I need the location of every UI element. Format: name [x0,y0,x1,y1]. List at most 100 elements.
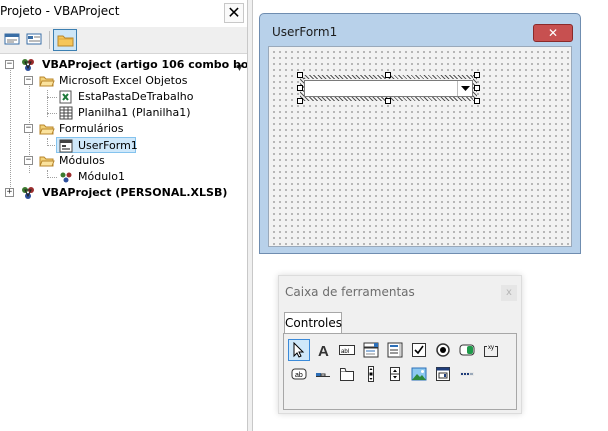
tool-frame[interactable]: xy [480,339,502,361]
tool-scrollbar[interactable] [360,363,382,385]
listview-icon [460,372,474,376]
tree-item-module1[interactable]: Módulo1 [0,169,247,185]
toggle-folders-button[interactable] [53,29,77,51]
resize-handle-w[interactable] [297,85,303,91]
toolbox-window[interactable]: Caixa de ferramentas x Controles A abl x… [278,275,522,414]
tree-item-label: Módulos [59,154,105,167]
scrollbar-icon [368,366,374,382]
toolbar-separator [49,31,50,49]
combobox-icon [363,342,379,358]
toolbox-controls-panel: A abl xy ab [283,333,517,410]
collapse-toggle[interactable]: − [5,60,14,69]
view-code-icon [26,33,42,45]
tree-item-modules-folder[interactable]: − Módulos [0,153,247,169]
tool-multipage[interactable] [336,363,358,385]
project-explorer-toolbar: ▼ [0,27,247,72]
tool-checkbox[interactable] [408,339,430,361]
pointer-icon [293,342,305,358]
worksheet-icon [58,105,74,121]
checkbox-icon [412,343,426,357]
resize-handle-nw[interactable] [297,72,303,78]
command-button-icon: ab [291,368,307,380]
toggle-button-icon [459,344,475,356]
tree-item-project-personal[interactable]: + VBAProject (PERSONAL.XLSB) [0,185,247,201]
tree-item-this-workbook[interactable]: EstaPastaDeTrabalho [0,89,247,105]
textbox-icon: abl [339,345,355,355]
project-explorer-pane: Projeto - VBAProject ✕ ▼ − VBAProject (a… [0,0,267,431]
tree-item-label: UserForm1 [78,139,138,152]
folder-icon [57,35,74,47]
tree-item-label: VBAProject (artigo 106 combo box.x [42,58,267,71]
tool-optionbutton[interactable] [432,339,454,361]
tool-refedit[interactable] [432,363,454,385]
tree-item-userform1[interactable]: UserForm1 [56,137,138,154]
resize-handle-se[interactable] [474,98,480,104]
open-folder-icon [39,73,55,89]
tool-listbox[interactable] [384,339,406,361]
tree-item-label: Planilha1 (Planilha1) [78,106,191,119]
expand-toggle[interactable]: + [5,188,14,197]
collapse-toggle[interactable]: − [24,156,33,165]
vba-project-icon [20,57,36,73]
frame-icon: xy [484,343,498,357]
view-object-button[interactable] [3,31,23,49]
tool-image[interactable] [408,363,430,385]
tool-select-objects[interactable] [288,339,310,361]
tree-item-sheet1[interactable]: Planilha1 (Planilha1) [0,105,247,121]
tree-item-label: Formulários [59,122,124,135]
project-explorer-close-button[interactable]: ✕ [224,3,244,23]
tree-connector [47,138,48,146]
toolbox-title: Caixa de ferramentas [285,285,415,299]
project-explorer-title: Projeto - VBAProject [0,4,120,18]
listbox-icon [387,342,403,358]
tool-combobox[interactable] [360,339,382,361]
tab-controles[interactable]: Controles [284,312,342,334]
resize-handle-e[interactable] [474,85,480,91]
workbook-icon [58,89,74,105]
view-code-button[interactable] [25,31,45,49]
tree-item-excel-objects[interactable]: − Microsoft Excel Objetos [0,73,247,89]
resize-handle-n[interactable] [385,72,391,78]
tree-item-label: Módulo1 [78,170,125,183]
project-explorer-title-bar: Projeto - VBAProject ✕ [0,0,247,26]
combobox-dropdown-button[interactable] [457,81,472,96]
collapse-toggle[interactable]: − [24,76,33,85]
vba-project-icon [20,185,36,201]
chevron-down-icon [461,86,470,91]
tool-textbox[interactable]: abl [336,339,358,361]
tree-item-project-artigo[interactable]: − VBAProject (artigo 106 combo box.x [0,57,267,73]
spin-button-icon [390,367,400,381]
textbox-tool-glyph: abl [341,349,349,355]
userform-icon [58,138,74,154]
resize-handle-ne[interactable] [474,72,480,78]
commandbutton-tool-glyph: ab [295,372,303,379]
multipage-icon [340,368,354,381]
tool-commandbutton[interactable]: ab [288,363,310,385]
toolbox-close-button[interactable]: x [501,285,517,301]
userform-title: UserForm1 [272,25,338,39]
frame-tool-glyph: xy [488,345,494,351]
userform-design-canvas[interactable] [268,46,572,247]
combobox-control[interactable] [304,80,473,97]
tool-togglebutton[interactable] [456,339,478,361]
refedit-icon [436,367,450,381]
tree-item-label: Microsoft Excel Objetos [59,74,188,87]
userform-window[interactable]: UserForm1 ✕ [259,13,581,254]
tree-item-label: EstaPastaDeTrabalho [78,90,194,103]
resize-handle-s[interactable] [385,98,391,104]
tool-tabstrip[interactable] [312,363,334,385]
tree-item-forms-folder[interactable]: − Formulários [0,121,247,137]
open-folder-icon [39,153,55,169]
tool-spinbutton[interactable] [384,363,406,385]
tree-item-label: VBAProject (PERSONAL.XLSB) [42,186,228,199]
label-tool-glyph: A [318,343,329,358]
userform-close-button[interactable]: ✕ [533,24,573,42]
collapse-toggle[interactable]: − [24,124,33,133]
tool-label[interactable]: A [312,339,334,361]
label-icon: A [318,343,329,358]
tool-listview[interactable] [456,363,478,385]
combobox-selection-frame[interactable] [297,72,480,104]
open-folder-icon [39,121,55,137]
radio-button-icon [436,343,450,357]
resize-handle-sw[interactable] [297,98,303,104]
